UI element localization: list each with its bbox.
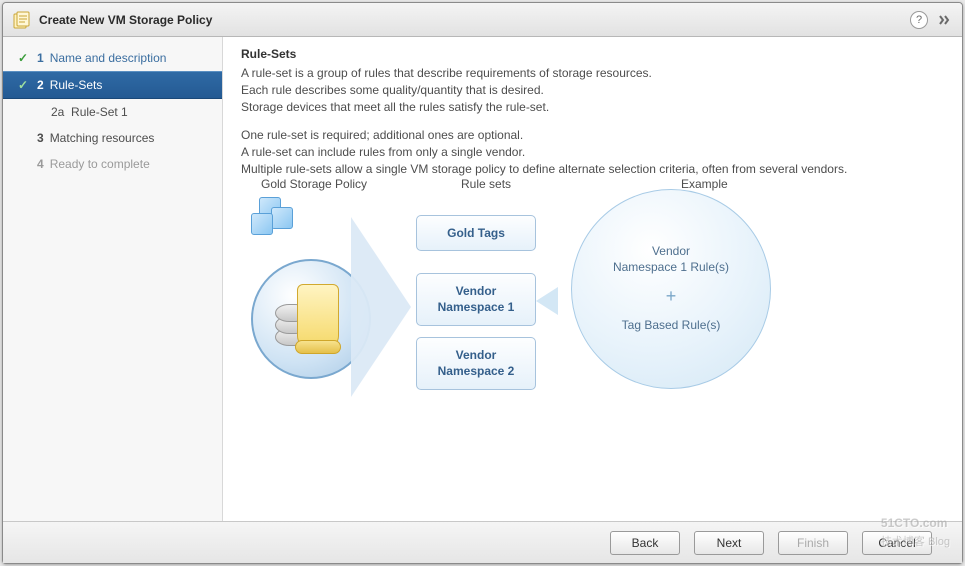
plus-icon: +	[666, 285, 677, 308]
fan-shape	[351, 217, 411, 397]
help-button[interactable]: ?	[910, 11, 928, 29]
step-label: Ready to complete	[50, 157, 150, 171]
finish-button[interactable]: Finish	[778, 531, 848, 555]
step-label: Matching resources	[50, 131, 155, 145]
pointer-icon	[536, 287, 558, 315]
expand-icon[interactable]	[938, 13, 952, 27]
diagram-example-label: Example	[681, 177, 728, 191]
vendor-namespace-1-box: Vendor Namespace 1	[416, 273, 536, 326]
wizard-footer: Back Next Finish Cancel	[3, 521, 962, 563]
diagram-rule-label: Rule sets	[461, 177, 511, 191]
step-rule-sets[interactable]: ✓ 2 Rule-Sets	[3, 71, 222, 99]
step-ready-complete: ✓ 4 Ready to complete	[3, 151, 222, 177]
content-text: Multiple rule-sets allow a single VM sto…	[241, 161, 944, 178]
step-name-description[interactable]: ✓ 1 Name and description	[3, 45, 222, 71]
content-heading: Rule-Sets	[241, 47, 944, 61]
cancel-button[interactable]: Cancel	[862, 531, 932, 555]
content-text: One rule-set is required; additional one…	[241, 127, 944, 144]
diagram-gold-label: Gold Storage Policy	[261, 177, 367, 191]
content-text: A rule-set can include rules from only a…	[241, 144, 944, 161]
titlebar: Create New VM Storage Policy ?	[3, 3, 962, 37]
example-circle: Vendor Namespace 1 Rule(s) + Tag Based R…	[571, 189, 771, 389]
next-button[interactable]: Next	[694, 531, 764, 555]
substep-rule-set-1[interactable]: 2a Rule-Set 1	[3, 99, 222, 125]
dialog-title: Create New VM Storage Policy	[39, 13, 910, 27]
gold-tags-box: Gold Tags	[416, 215, 536, 251]
step-label: Name and description	[50, 51, 167, 65]
wizard-content: Rule-Sets A rule-set is a group of rules…	[223, 37, 962, 521]
rule-set-diagram: Gold Storage Policy Rule sets Example	[241, 177, 944, 521]
step-matching-resources[interactable]: ✓ 3 Matching resources	[3, 125, 222, 151]
step-label: Rule-Set 1	[71, 105, 128, 119]
content-text: A rule-set is a group of rules that desc…	[241, 65, 944, 82]
content-text: Storage devices that meet all the rules …	[241, 99, 944, 116]
step-label: Rule-Sets	[50, 78, 103, 92]
check-icon: ✓	[15, 78, 31, 92]
check-icon: ✓	[15, 51, 31, 65]
policy-icon	[13, 11, 31, 29]
wizard-dialog: Create New VM Storage Policy ? ✓ 1 Name …	[2, 2, 963, 564]
wizard-sidebar: ✓ 1 Name and description ✓ 2 Rule-Sets 2…	[3, 37, 223, 521]
back-button[interactable]: Back	[610, 531, 680, 555]
content-text: Each rule describes some quality/quantit…	[241, 82, 944, 99]
gold-policy-icon	[251, 197, 301, 247]
vendor-namespace-2-box: Vendor Namespace 2	[416, 337, 536, 390]
